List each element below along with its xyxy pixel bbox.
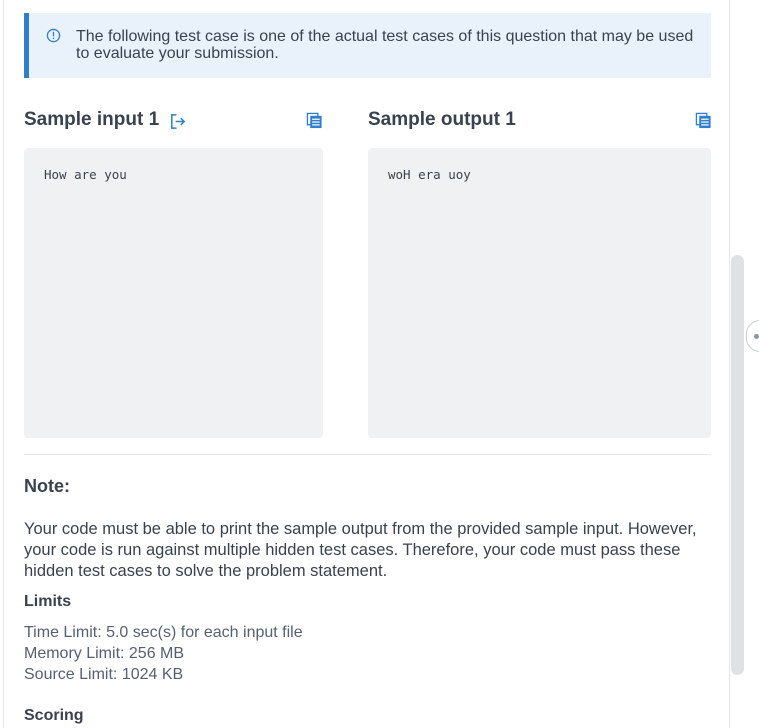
section-divider bbox=[24, 454, 711, 455]
note-title: Note: bbox=[24, 476, 70, 496]
sample-output-text: woH era uoy bbox=[388, 167, 471, 182]
sample-input-title: Sample input 1 bbox=[24, 109, 160, 130]
test-case-notice: The following test case is one of the ac… bbox=[24, 13, 711, 78]
problem-panel: The following test case is one of the ac… bbox=[3, 0, 730, 728]
sample-input-text: How are you bbox=[44, 167, 127, 182]
info-circle-icon bbox=[46, 28, 61, 43]
copy-output-icon[interactable] bbox=[695, 112, 712, 129]
limits-title: Limits bbox=[24, 593, 72, 610]
sample-input-box[interactable]: How are you bbox=[24, 148, 323, 438]
note-body: Your code must be able to print the samp… bbox=[24, 520, 697, 580]
scrollbar-thumb[interactable] bbox=[731, 255, 744, 675]
notice-text: The following test case is one of the ac… bbox=[76, 28, 694, 62]
copy-input-icon[interactable] bbox=[306, 112, 323, 129]
export-icon[interactable] bbox=[168, 112, 187, 131]
time-limit: Time Limit: 5.0 sec(s) for each input fi… bbox=[24, 624, 303, 641]
sample-output-box[interactable]: woH era uoy bbox=[368, 148, 711, 438]
source-limit: Source Limit: 1024 KB bbox=[24, 666, 184, 683]
memory-limit: Memory Limit: 256 MB bbox=[24, 645, 185, 662]
scoring-title: Scoring bbox=[24, 707, 84, 724]
sample-output-title: Sample output 1 bbox=[368, 109, 516, 130]
handle-dot-icon bbox=[754, 334, 759, 339]
